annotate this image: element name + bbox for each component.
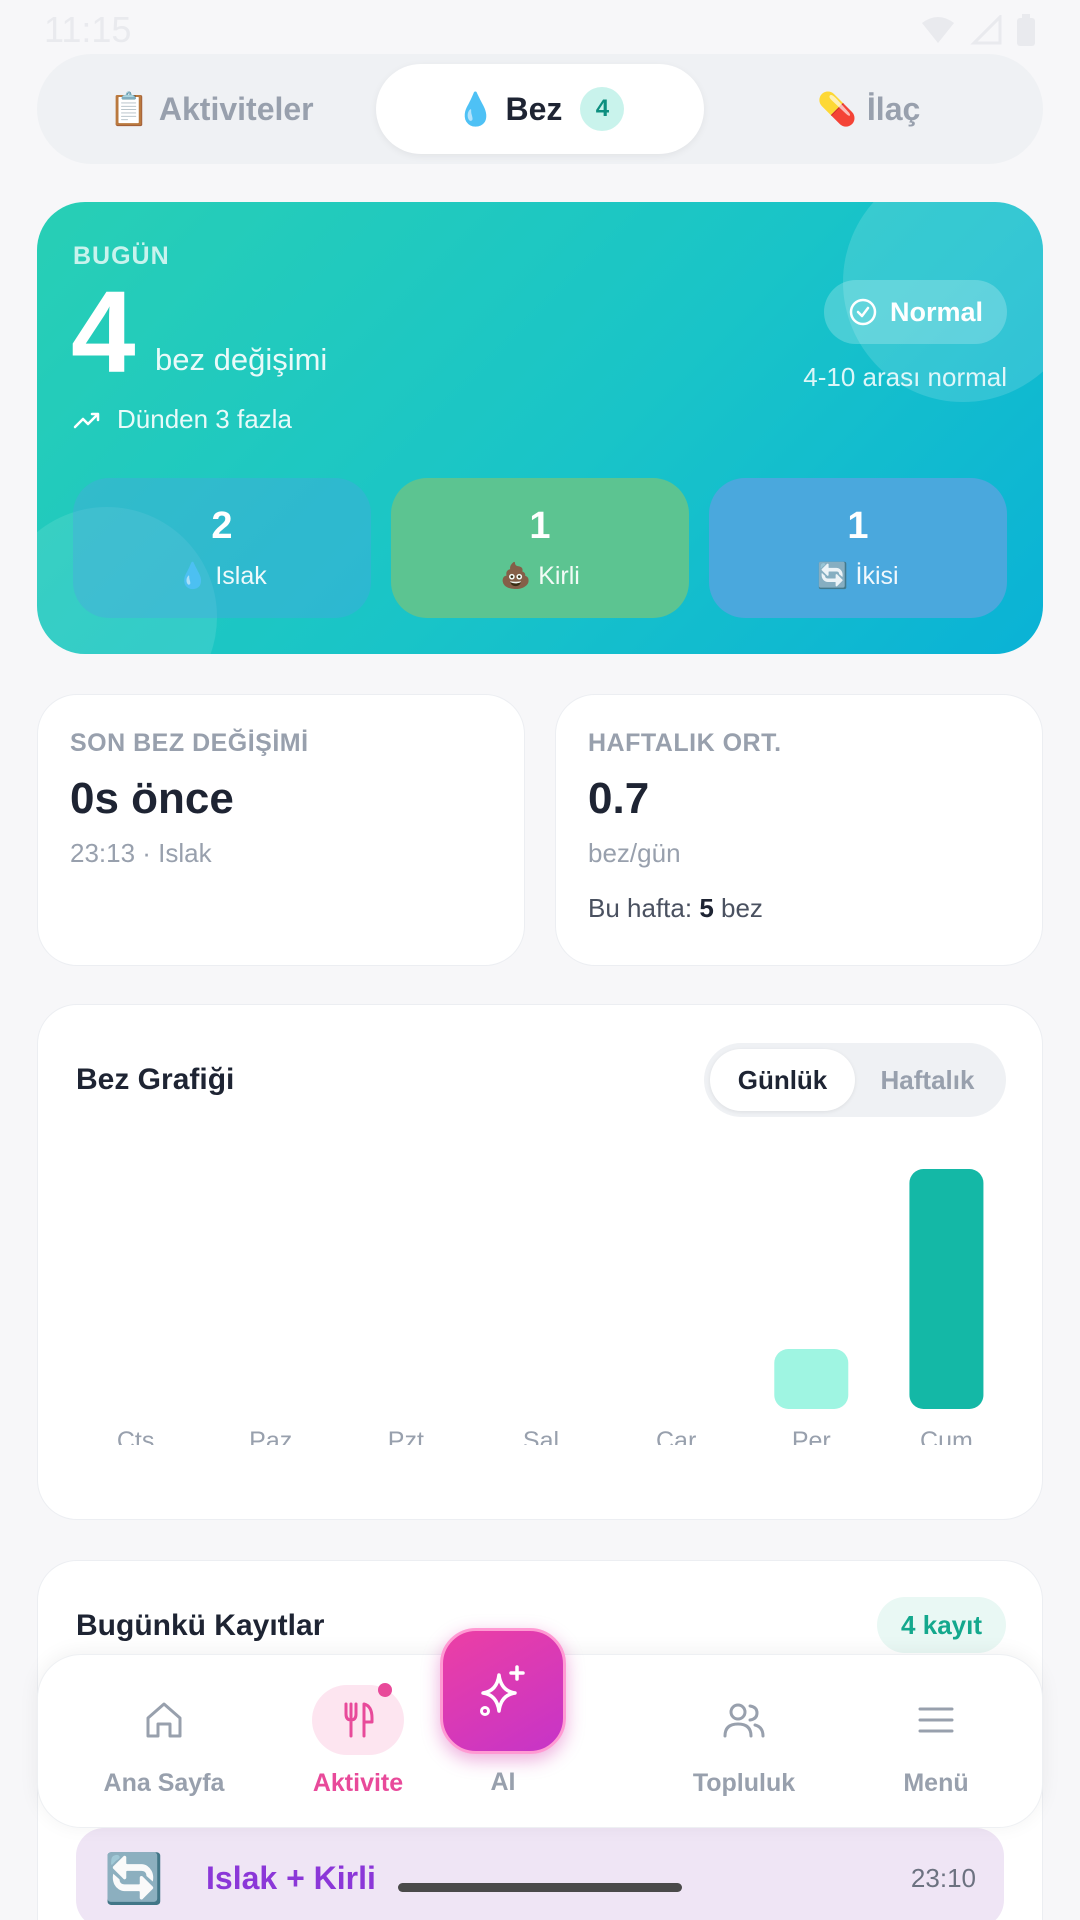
tab-label: Aktiviteler: [158, 90, 314, 127]
stat-value: 1: [847, 505, 869, 547]
last-change-card[interactable]: SON BEZ DEĞİŞİMİ 0s önce 23:13 · Islak: [37, 694, 525, 966]
record-time: 23:10: [910, 1862, 976, 1893]
records-title: Bugünkü Kayıtlar: [76, 1609, 325, 1642]
refresh-icon: 🔄: [817, 562, 849, 590]
range-note: 4-10 arası normal: [803, 362, 1007, 392]
home-indicator: [398, 1883, 682, 1892]
nav-icon-wrap: [698, 1685, 790, 1755]
chart-bar-Per: [774, 1349, 849, 1409]
nav-label: Menü: [903, 1769, 969, 1797]
poop-icon: 💩: [500, 562, 532, 590]
status-icons: [920, 14, 1036, 46]
weekly-total-suffix: bez: [713, 893, 763, 923]
chart-x-label: Paz: [249, 1427, 292, 1445]
check-circle-icon: [849, 298, 877, 326]
tab-label: İlaç: [866, 90, 921, 127]
trend-row: Dünden 3 fazla: [73, 404, 292, 435]
today-count: 4: [71, 267, 136, 397]
chart-x-label: Sal: [523, 1427, 559, 1445]
droplet-icon: 💧: [177, 562, 209, 590]
nav-menu[interactable]: Menü: [846, 1685, 1026, 1798]
status-text: Normal: [889, 296, 983, 327]
stat-value: 1: [529, 505, 551, 547]
stat-both[interactable]: 1 🔄 İkisi: [709, 478, 1007, 618]
today-unit: bez değişimi: [155, 342, 328, 377]
weekly-average-value: 0.7: [588, 774, 650, 823]
wifi-icon: [922, 17, 954, 43]
chart-title: Bez Grafiği: [76, 1063, 235, 1096]
nav-home[interactable]: Ana Sayfa: [74, 1685, 254, 1798]
clipboard-icon: 📋: [109, 91, 149, 127]
tab-medicine[interactable]: 💊 İlaç: [704, 64, 1033, 154]
tab-diaper[interactable]: 💧 Bez 4: [375, 64, 705, 154]
stat-label-text: Kirli: [538, 562, 580, 590]
segment-daily[interactable]: Günlük: [710, 1049, 855, 1111]
nav-label: Aktivite: [312, 1769, 404, 1797]
nav-community[interactable]: Topluluk: [654, 1685, 834, 1798]
status-badge: Normal: [823, 280, 1007, 344]
last-change-detail: 23:13 · Islak: [70, 838, 212, 868]
chart-range-toggle: Günlük Haftalık: [704, 1043, 1006, 1117]
tab-count-badge: 4: [580, 87, 625, 131]
list-item[interactable]: 🔄 Islak + Kirli 23:10: [76, 1828, 1004, 1920]
stat-label-text: İkisi: [855, 562, 899, 590]
chart-x-label: Pzt: [388, 1427, 424, 1445]
stat-label: 💧 Islak: [177, 562, 267, 591]
battery-icon: [1017, 14, 1035, 46]
bar-chart: Cts Paz Pzt Sal Çar Per Cum: [117, 1169, 984, 1445]
chart-x-label: Cum: [920, 1427, 973, 1445]
records-count-badge: 4 kayıt: [877, 1597, 1006, 1653]
status-time: 11:15: [44, 9, 132, 50]
droplet-icon: 💧: [455, 91, 496, 127]
tab-label: Bez: [505, 90, 563, 127]
stat-dirty[interactable]: 1 💩 Kirli: [391, 478, 689, 618]
sparkle-icon: [480, 1665, 525, 1716]
last-change-value: 0s önce: [70, 774, 234, 823]
status-bar: 11:15: [0, 0, 1080, 60]
weekly-average-unit: bez/gün: [588, 838, 681, 868]
diaper-chart-card: Bez Grafiği Günlük Haftalık Cts Paz Pzt Sal…: [37, 1004, 1043, 1520]
menu-icon: [918, 1707, 954, 1733]
chart-x-label: Per: [792, 1427, 831, 1445]
record-type: Islak + Kirli: [206, 1859, 376, 1896]
card-title: HAFTALIK ORT.: [588, 729, 782, 757]
top-tabs: 📋 Aktiviteler 💧 Bez 4 💊 İlaç: [37, 54, 1043, 164]
trend-text: Dünden 3 fazla: [117, 404, 292, 434]
chart-x-label: Çar: [656, 1427, 696, 1445]
nav-icon-wrap: [890, 1685, 982, 1755]
stat-label: 🔄 İkisi: [817, 562, 898, 591]
pill-icon: 💊: [817, 91, 857, 127]
card-title: SON BEZ DEĞİŞİMİ: [70, 729, 309, 757]
trending-up-icon: [73, 412, 100, 428]
nav-icon-wrap: [312, 1683, 404, 1755]
nav-icon-wrap: [118, 1685, 210, 1755]
weekly-total-count: 5: [699, 893, 714, 923]
chart-x-label: Cts: [117, 1427, 155, 1445]
nav-label: Topluluk: [692, 1769, 796, 1797]
today-summary-card: BUGÜN 4 bez değişimi Dünden 3 fazla Norm…: [37, 202, 1043, 654]
users-icon: [723, 1703, 765, 1738]
weekly-total: Bu hafta: 5 bez: [588, 893, 1010, 924]
tab-activities[interactable]: 📋 Aktiviteler: [47, 64, 376, 154]
stat-label: 💩 Kirli: [500, 562, 580, 591]
signal-icon: [970, 15, 1002, 45]
weekly-total-prefix: Bu hafta:: [588, 893, 700, 923]
notification-dot: [378, 1683, 392, 1697]
chart-bar-Cum: [909, 1169, 984, 1409]
ai-label: AI: [490, 1768, 516, 1796]
utensils-icon: [344, 1702, 374, 1738]
stat-label-text: Islak: [215, 562, 267, 590]
type-breakdown: 2 💧 Islak 1 💩 Kirli 1 🔄 İkisi: [73, 478, 1007, 618]
home-icon: [146, 1702, 182, 1738]
nav-label: Ana Sayfa: [103, 1769, 225, 1797]
ai-button[interactable]: [440, 1628, 566, 1754]
nav-activity[interactable]: Aktivite: [268, 1683, 448, 1798]
stat-value: 2: [211, 505, 233, 547]
refresh-icon: 🔄: [104, 1852, 164, 1906]
segment-weekly[interactable]: Haftalık: [855, 1049, 1000, 1111]
stat-wet[interactable]: 2 💧 Islak: [73, 478, 371, 618]
weekly-average-card[interactable]: HAFTALIK ORT. 0.7 bez/gün Bu hafta: 5 be…: [555, 694, 1043, 966]
